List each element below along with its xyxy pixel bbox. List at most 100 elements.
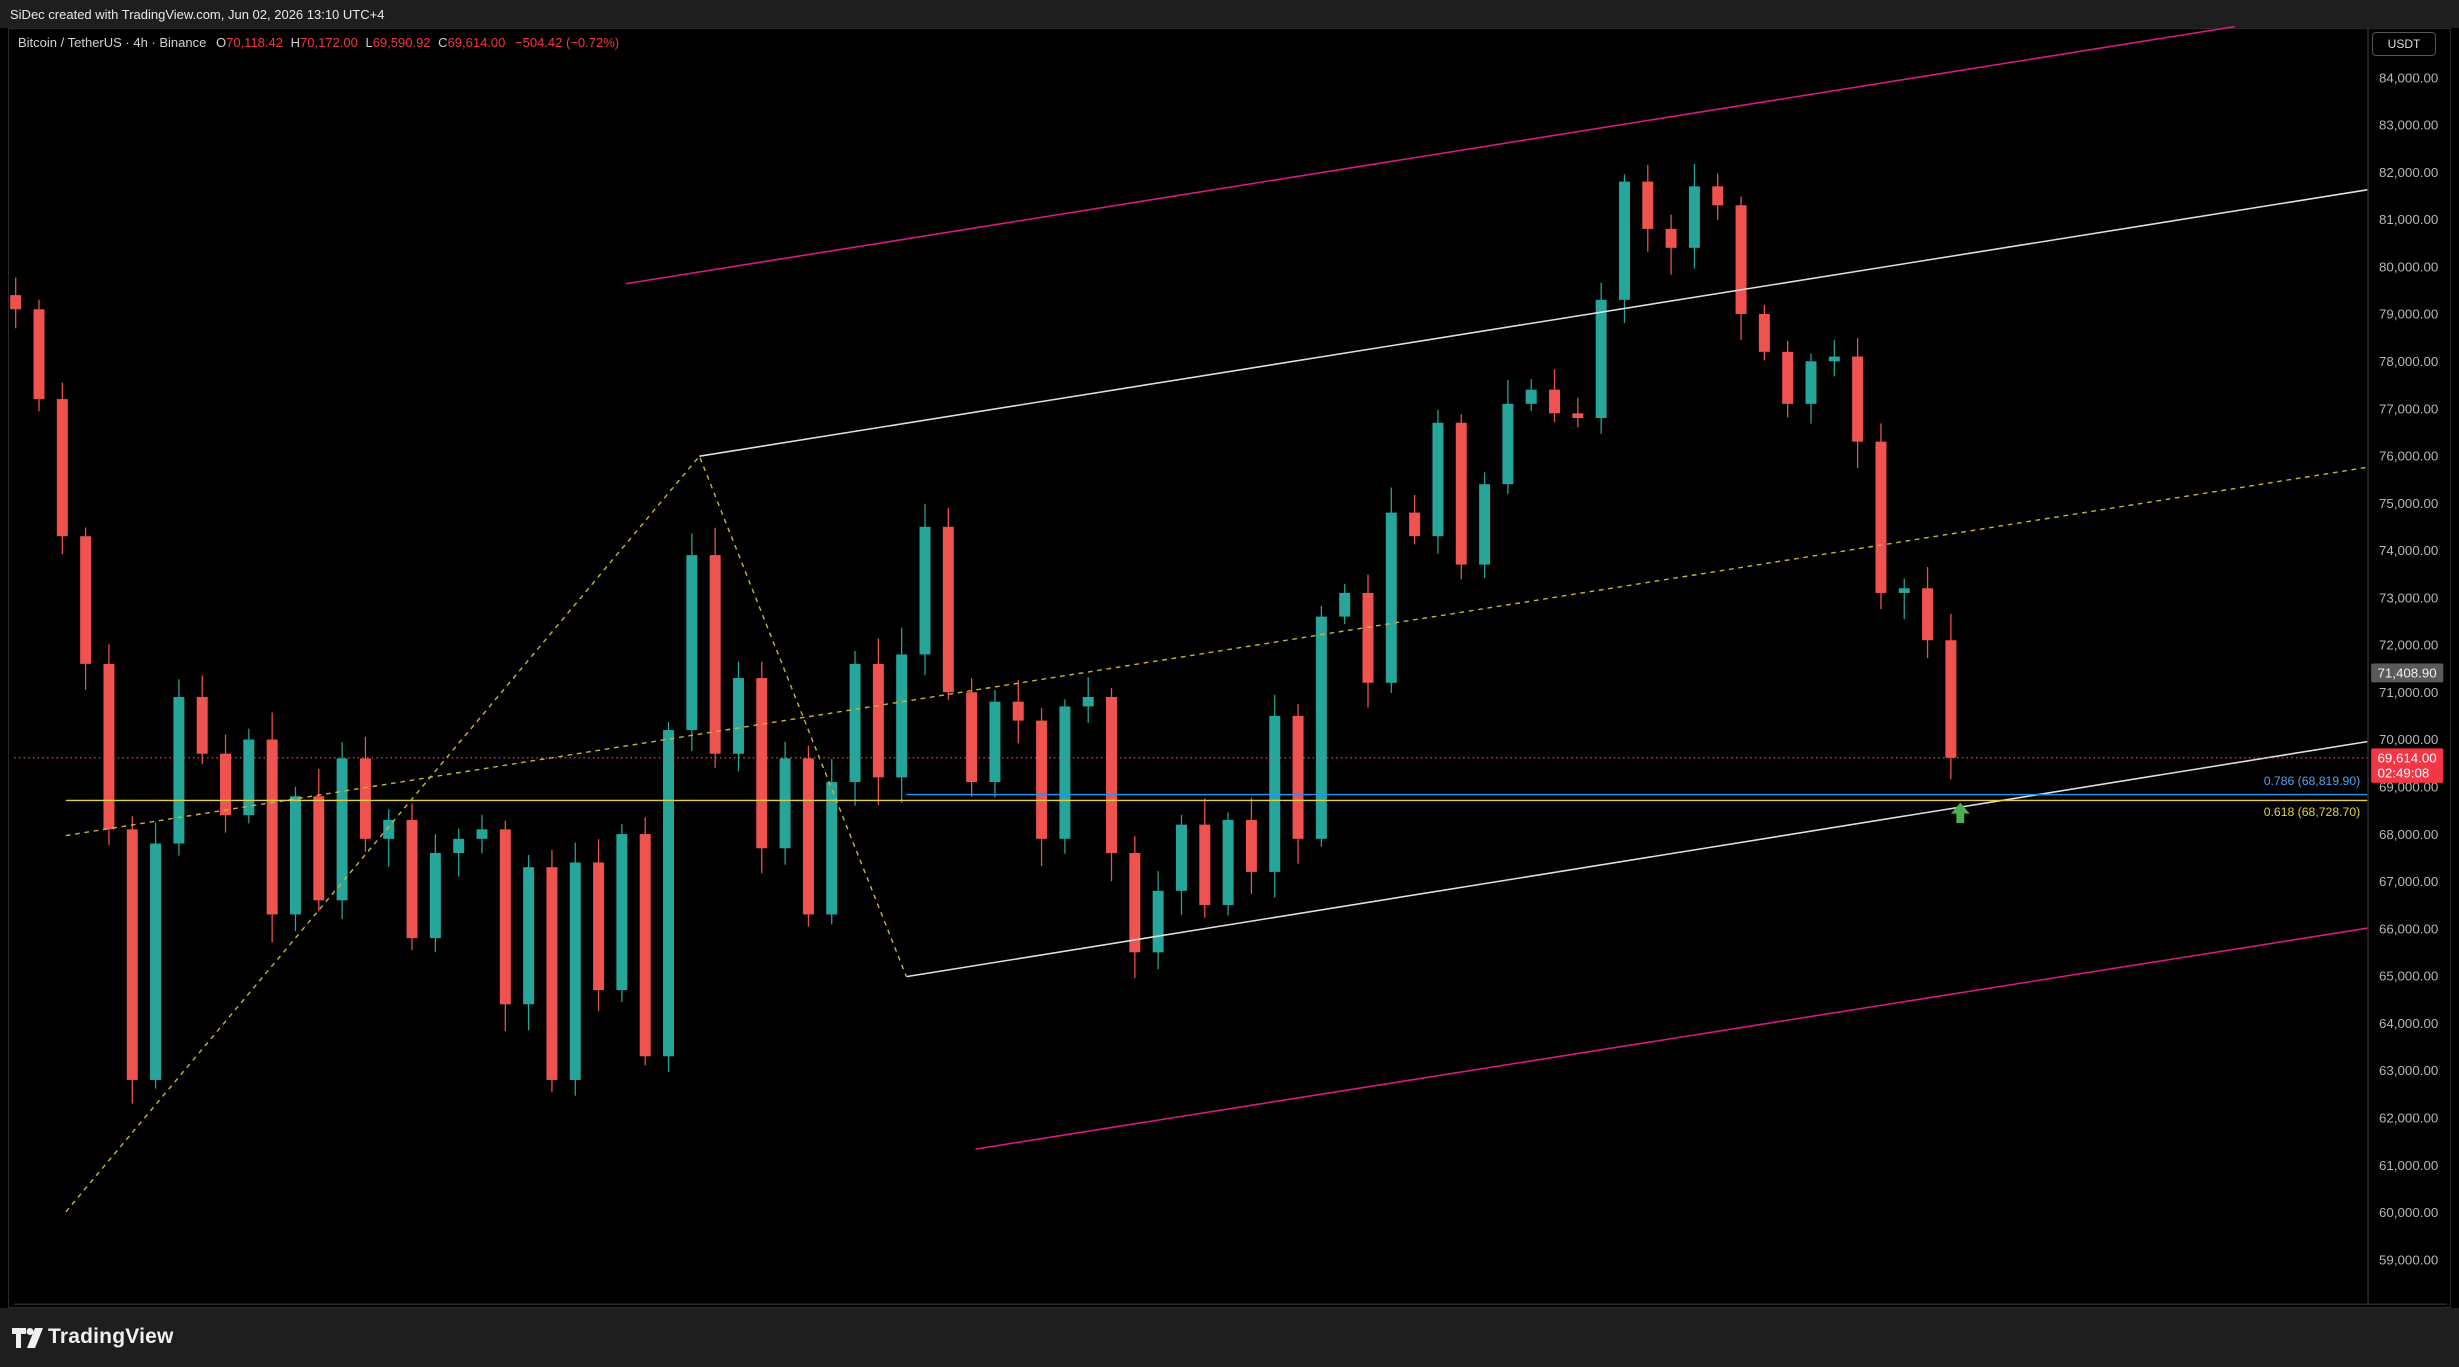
candle-body bbox=[10, 295, 22, 310]
candle-body bbox=[1898, 588, 1910, 593]
candle-body bbox=[1852, 356, 1864, 442]
candle-body bbox=[663, 730, 675, 1057]
price-tick-label: 83,000.00 bbox=[2379, 118, 2438, 133]
candle-body bbox=[709, 555, 721, 754]
price-tick-label: 71,000.00 bbox=[2379, 685, 2438, 700]
candle-body bbox=[1385, 512, 1397, 683]
candle-body bbox=[1059, 706, 1071, 839]
candle-body bbox=[919, 526, 931, 655]
price-tick-label: 68,000.00 bbox=[2379, 827, 2438, 842]
price-tick-label: 82,000.00 bbox=[2379, 165, 2438, 180]
price-tick-label: 64,000.00 bbox=[2379, 1016, 2438, 1031]
candle-body bbox=[1315, 616, 1327, 839]
low-label: L bbox=[365, 35, 373, 50]
mid-channel-line bbox=[699, 188, 2369, 457]
price-tick-label: 67,000.00 bbox=[2379, 874, 2438, 889]
candle-body bbox=[1688, 186, 1700, 248]
candle-body bbox=[1665, 228, 1677, 248]
candle-body bbox=[802, 758, 814, 915]
candle-body bbox=[103, 663, 115, 830]
candle-body bbox=[150, 843, 162, 1080]
candle-body bbox=[942, 526, 954, 693]
base-channel-line bbox=[906, 740, 2369, 978]
lower-channel-line bbox=[975, 927, 2369, 1150]
price-tick-label: 73,000.00 bbox=[2379, 590, 2438, 605]
price-tick-label: 72,000.00 bbox=[2379, 638, 2438, 653]
candle-body bbox=[1199, 824, 1211, 906]
candle-body bbox=[569, 862, 581, 1080]
candle-body bbox=[1828, 356, 1840, 362]
price-tick-label: 63,000.00 bbox=[2379, 1063, 2438, 1078]
marker-price-label: 71,408.90 bbox=[2377, 666, 2436, 681]
price-tick-label: 60,000.00 bbox=[2379, 1205, 2438, 1220]
high-label: H bbox=[290, 35, 300, 50]
candle-body bbox=[1782, 351, 1794, 404]
candle-body bbox=[1432, 422, 1444, 537]
candle-body bbox=[313, 796, 325, 901]
candle-body bbox=[593, 862, 605, 991]
candle-body bbox=[359, 758, 371, 839]
candle-body bbox=[336, 758, 348, 901]
candle-body bbox=[966, 692, 978, 783]
open-value: 70,118.42 bbox=[226, 35, 283, 50]
candle-body bbox=[779, 758, 791, 849]
candle-body bbox=[639, 834, 651, 1057]
candle-body bbox=[1875, 441, 1887, 593]
low-value: 69,590.92 bbox=[372, 35, 431, 50]
candle-body bbox=[1339, 592, 1351, 617]
candle-body bbox=[429, 853, 441, 939]
price-tick-label: 76,000.00 bbox=[2379, 449, 2438, 464]
candle-body bbox=[989, 701, 1001, 783]
price-tick-label: 77,000.00 bbox=[2379, 401, 2438, 416]
price-tick-label: 65,000.00 bbox=[2379, 969, 2438, 984]
candle-body bbox=[1245, 819, 1257, 872]
candle-body bbox=[1106, 696, 1118, 854]
drawings bbox=[65, 25, 2369, 1213]
candle-body bbox=[1922, 588, 1934, 641]
candle-body bbox=[896, 654, 908, 778]
price-tick-label: 75,000.00 bbox=[2379, 496, 2438, 511]
tradingview-logo: TradingView bbox=[48, 1325, 174, 1348]
candle-body bbox=[80, 536, 92, 664]
candle-body bbox=[1712, 186, 1724, 206]
candle-body bbox=[266, 739, 278, 915]
candle-body bbox=[1549, 389, 1561, 414]
price-tick-label: 78,000.00 bbox=[2379, 354, 2438, 369]
candle-body bbox=[826, 782, 838, 915]
close-value: 69,614.00 bbox=[447, 35, 506, 50]
candle-body bbox=[173, 696, 185, 844]
change-value: −504.42 (−0.72%) bbox=[515, 35, 620, 50]
candle-body bbox=[1222, 819, 1234, 906]
candle-body bbox=[546, 867, 558, 1080]
candle-body bbox=[56, 399, 68, 537]
close-label: C bbox=[438, 35, 448, 50]
candle-body bbox=[1455, 422, 1467, 565]
price-tick-label: 81,000.00 bbox=[2379, 212, 2438, 227]
candle-body bbox=[1152, 890, 1164, 953]
currency-unit-button[interactable]: USDT bbox=[2372, 32, 2436, 56]
last-price-label: 69,614.00 bbox=[2377, 750, 2436, 765]
candle-body bbox=[453, 838, 465, 854]
candle-body bbox=[686, 555, 698, 731]
fib-618-label: 0.618 (68,728.70) bbox=[2264, 805, 2360, 819]
candle-body bbox=[1572, 413, 1584, 419]
candle-body bbox=[406, 819, 418, 939]
candle-body bbox=[1175, 824, 1187, 891]
candle-body bbox=[1502, 403, 1514, 485]
candle-body bbox=[1945, 640, 1957, 758]
candle-body bbox=[872, 663, 884, 778]
price-tick-label: 79,000.00 bbox=[2379, 307, 2438, 322]
candle-body bbox=[849, 663, 861, 783]
price-tick-label: 70,000.00 bbox=[2379, 732, 2438, 747]
high-value: 70,172.00 bbox=[300, 35, 358, 50]
candle-body bbox=[732, 678, 744, 754]
candle-body bbox=[1036, 720, 1048, 839]
candle-body bbox=[243, 739, 255, 816]
price-tick-label: 84,000.00 bbox=[2379, 70, 2438, 85]
tradingview-logo-icon bbox=[12, 1328, 43, 1348]
candle-body bbox=[616, 834, 628, 991]
symbol-legend: Bitcoin / TetherUS · 4h · Binance O70,11… bbox=[18, 35, 619, 50]
candle-body bbox=[1362, 592, 1374, 683]
price-chart[interactable]: 0.786 (68,819.90) 0.618 (68,728.70) 84,00… bbox=[0, 0, 2459, 1367]
candle-body bbox=[33, 309, 45, 400]
